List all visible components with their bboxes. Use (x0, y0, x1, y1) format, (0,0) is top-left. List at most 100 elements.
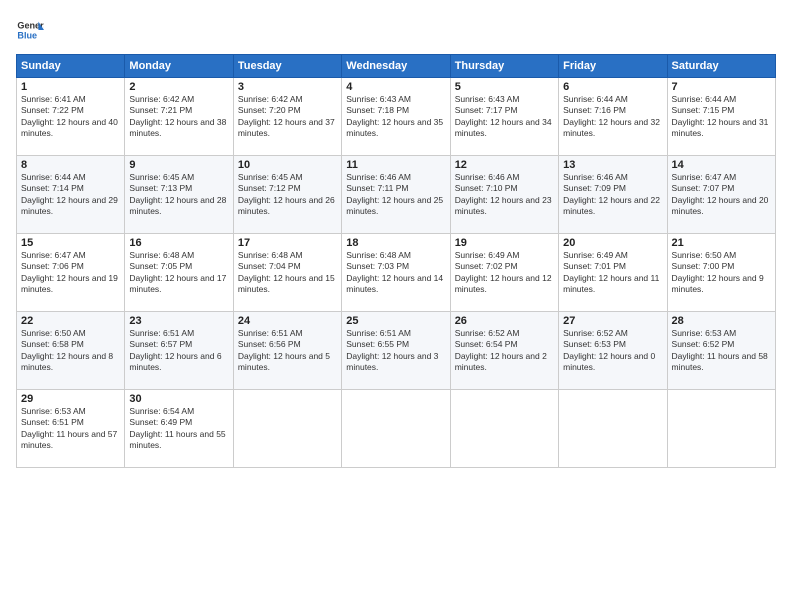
calendar-cell: 15Sunrise: 6:47 AMSunset: 7:06 PMDayligh… (17, 234, 125, 312)
day-number: 26 (455, 315, 554, 327)
day-header-sunday: Sunday (17, 55, 125, 78)
calendar-cell (667, 390, 775, 468)
day-info: Sunrise: 6:50 AMSunset: 7:00 PMDaylight:… (672, 250, 764, 294)
day-info: Sunrise: 6:49 AMSunset: 7:02 PMDaylight:… (455, 250, 552, 294)
calendar-cell: 23Sunrise: 6:51 AMSunset: 6:57 PMDayligh… (125, 312, 233, 390)
day-info: Sunrise: 6:54 AMSunset: 6:49 PMDaylight:… (129, 406, 225, 450)
day-info: Sunrise: 6:43 AMSunset: 7:17 PMDaylight:… (455, 94, 552, 138)
day-number: 29 (21, 393, 120, 405)
day-number: 17 (238, 237, 337, 249)
calendar-cell (559, 390, 667, 468)
calendar-week-5: 29Sunrise: 6:53 AMSunset: 6:51 PMDayligh… (17, 390, 776, 468)
calendar-cell: 12Sunrise: 6:46 AMSunset: 7:10 PMDayligh… (450, 156, 558, 234)
day-number: 28 (672, 315, 771, 327)
day-number: 4 (346, 81, 445, 93)
calendar-cell: 28Sunrise: 6:53 AMSunset: 6:52 PMDayligh… (667, 312, 775, 390)
day-number: 22 (21, 315, 120, 327)
day-number: 11 (346, 159, 445, 171)
calendar-cell: 17Sunrise: 6:48 AMSunset: 7:04 PMDayligh… (233, 234, 341, 312)
day-info: Sunrise: 6:45 AMSunset: 7:12 PMDaylight:… (238, 172, 335, 216)
day-header-friday: Friday (559, 55, 667, 78)
calendar-cell: 3Sunrise: 6:42 AMSunset: 7:20 PMDaylight… (233, 78, 341, 156)
day-info: Sunrise: 6:49 AMSunset: 7:01 PMDaylight:… (563, 250, 659, 294)
calendar-cell: 9Sunrise: 6:45 AMSunset: 7:13 PMDaylight… (125, 156, 233, 234)
day-number: 30 (129, 393, 228, 405)
day-info: Sunrise: 6:48 AMSunset: 7:03 PMDaylight:… (346, 250, 443, 294)
day-number: 13 (563, 159, 662, 171)
calendar-cell: 5Sunrise: 6:43 AMSunset: 7:17 PMDaylight… (450, 78, 558, 156)
calendar-cell: 6Sunrise: 6:44 AMSunset: 7:16 PMDaylight… (559, 78, 667, 156)
day-number: 23 (129, 315, 228, 327)
day-number: 5 (455, 81, 554, 93)
day-info: Sunrise: 6:52 AMSunset: 6:54 PMDaylight:… (455, 328, 547, 372)
day-number: 10 (238, 159, 337, 171)
day-info: Sunrise: 6:47 AMSunset: 7:07 PMDaylight:… (672, 172, 769, 216)
calendar-cell: 1Sunrise: 6:41 AMSunset: 7:22 PMDaylight… (17, 78, 125, 156)
day-info: Sunrise: 6:50 AMSunset: 6:58 PMDaylight:… (21, 328, 113, 372)
day-number: 12 (455, 159, 554, 171)
day-info: Sunrise: 6:42 AMSunset: 7:20 PMDaylight:… (238, 94, 335, 138)
calendar-week-2: 8Sunrise: 6:44 AMSunset: 7:14 PMDaylight… (17, 156, 776, 234)
calendar-cell: 22Sunrise: 6:50 AMSunset: 6:58 PMDayligh… (17, 312, 125, 390)
calendar-cell: 13Sunrise: 6:46 AMSunset: 7:09 PMDayligh… (559, 156, 667, 234)
day-number: 15 (21, 237, 120, 249)
calendar-cell: 11Sunrise: 6:46 AMSunset: 7:11 PMDayligh… (342, 156, 450, 234)
calendar-week-1: 1Sunrise: 6:41 AMSunset: 7:22 PMDaylight… (17, 78, 776, 156)
calendar-cell: 24Sunrise: 6:51 AMSunset: 6:56 PMDayligh… (233, 312, 341, 390)
day-info: Sunrise: 6:53 AMSunset: 6:51 PMDaylight:… (21, 406, 117, 450)
day-info: Sunrise: 6:46 AMSunset: 7:11 PMDaylight:… (346, 172, 443, 216)
day-info: Sunrise: 6:53 AMSunset: 6:52 PMDaylight:… (672, 328, 768, 372)
day-number: 8 (21, 159, 120, 171)
day-number: 9 (129, 159, 228, 171)
calendar-cell: 16Sunrise: 6:48 AMSunset: 7:05 PMDayligh… (125, 234, 233, 312)
calendar-cell: 30Sunrise: 6:54 AMSunset: 6:49 PMDayligh… (125, 390, 233, 468)
day-number: 2 (129, 81, 228, 93)
calendar-cell: 14Sunrise: 6:47 AMSunset: 7:07 PMDayligh… (667, 156, 775, 234)
header: General Blue (16, 16, 776, 44)
day-info: Sunrise: 6:51 AMSunset: 6:55 PMDaylight:… (346, 328, 438, 372)
calendar-cell: 8Sunrise: 6:44 AMSunset: 7:14 PMDaylight… (17, 156, 125, 234)
day-header-saturday: Saturday (667, 55, 775, 78)
day-info: Sunrise: 6:42 AMSunset: 7:21 PMDaylight:… (129, 94, 226, 138)
day-header-thursday: Thursday (450, 55, 558, 78)
day-header-wednesday: Wednesday (342, 55, 450, 78)
calendar-table: SundayMondayTuesdayWednesdayThursdayFrid… (16, 54, 776, 468)
day-number: 20 (563, 237, 662, 249)
day-info: Sunrise: 6:48 AMSunset: 7:05 PMDaylight:… (129, 250, 226, 294)
calendar-cell: 4Sunrise: 6:43 AMSunset: 7:18 PMDaylight… (342, 78, 450, 156)
day-info: Sunrise: 6:45 AMSunset: 7:13 PMDaylight:… (129, 172, 226, 216)
day-number: 16 (129, 237, 228, 249)
calendar-body: 1Sunrise: 6:41 AMSunset: 7:22 PMDaylight… (17, 78, 776, 468)
calendar-week-4: 22Sunrise: 6:50 AMSunset: 6:58 PMDayligh… (17, 312, 776, 390)
calendar-cell (233, 390, 341, 468)
calendar-cell: 19Sunrise: 6:49 AMSunset: 7:02 PMDayligh… (450, 234, 558, 312)
calendar-cell: 18Sunrise: 6:48 AMSunset: 7:03 PMDayligh… (342, 234, 450, 312)
calendar-cell: 2Sunrise: 6:42 AMSunset: 7:21 PMDaylight… (125, 78, 233, 156)
day-info: Sunrise: 6:44 AMSunset: 7:15 PMDaylight:… (672, 94, 769, 138)
day-number: 27 (563, 315, 662, 327)
day-number: 21 (672, 237, 771, 249)
day-number: 14 (672, 159, 771, 171)
calendar-cell: 20Sunrise: 6:49 AMSunset: 7:01 PMDayligh… (559, 234, 667, 312)
day-info: Sunrise: 6:43 AMSunset: 7:18 PMDaylight:… (346, 94, 443, 138)
logo-icon: General Blue (16, 16, 44, 44)
day-info: Sunrise: 6:48 AMSunset: 7:04 PMDaylight:… (238, 250, 335, 294)
day-info: Sunrise: 6:51 AMSunset: 6:57 PMDaylight:… (129, 328, 221, 372)
day-header-tuesday: Tuesday (233, 55, 341, 78)
calendar-cell (450, 390, 558, 468)
calendar-cell: 25Sunrise: 6:51 AMSunset: 6:55 PMDayligh… (342, 312, 450, 390)
day-number: 3 (238, 81, 337, 93)
calendar-cell: 27Sunrise: 6:52 AMSunset: 6:53 PMDayligh… (559, 312, 667, 390)
calendar-page: General Blue SundayMondayTuesdayWednesda… (0, 0, 792, 612)
logo: General Blue (16, 16, 44, 44)
calendar-cell: 10Sunrise: 6:45 AMSunset: 7:12 PMDayligh… (233, 156, 341, 234)
day-number: 18 (346, 237, 445, 249)
calendar-cell: 21Sunrise: 6:50 AMSunset: 7:00 PMDayligh… (667, 234, 775, 312)
day-info: Sunrise: 6:44 AMSunset: 7:14 PMDaylight:… (21, 172, 118, 216)
day-number: 25 (346, 315, 445, 327)
day-info: Sunrise: 6:41 AMSunset: 7:22 PMDaylight:… (21, 94, 118, 138)
day-number: 19 (455, 237, 554, 249)
calendar-cell (342, 390, 450, 468)
day-info: Sunrise: 6:52 AMSunset: 6:53 PMDaylight:… (563, 328, 655, 372)
day-number: 1 (21, 81, 120, 93)
